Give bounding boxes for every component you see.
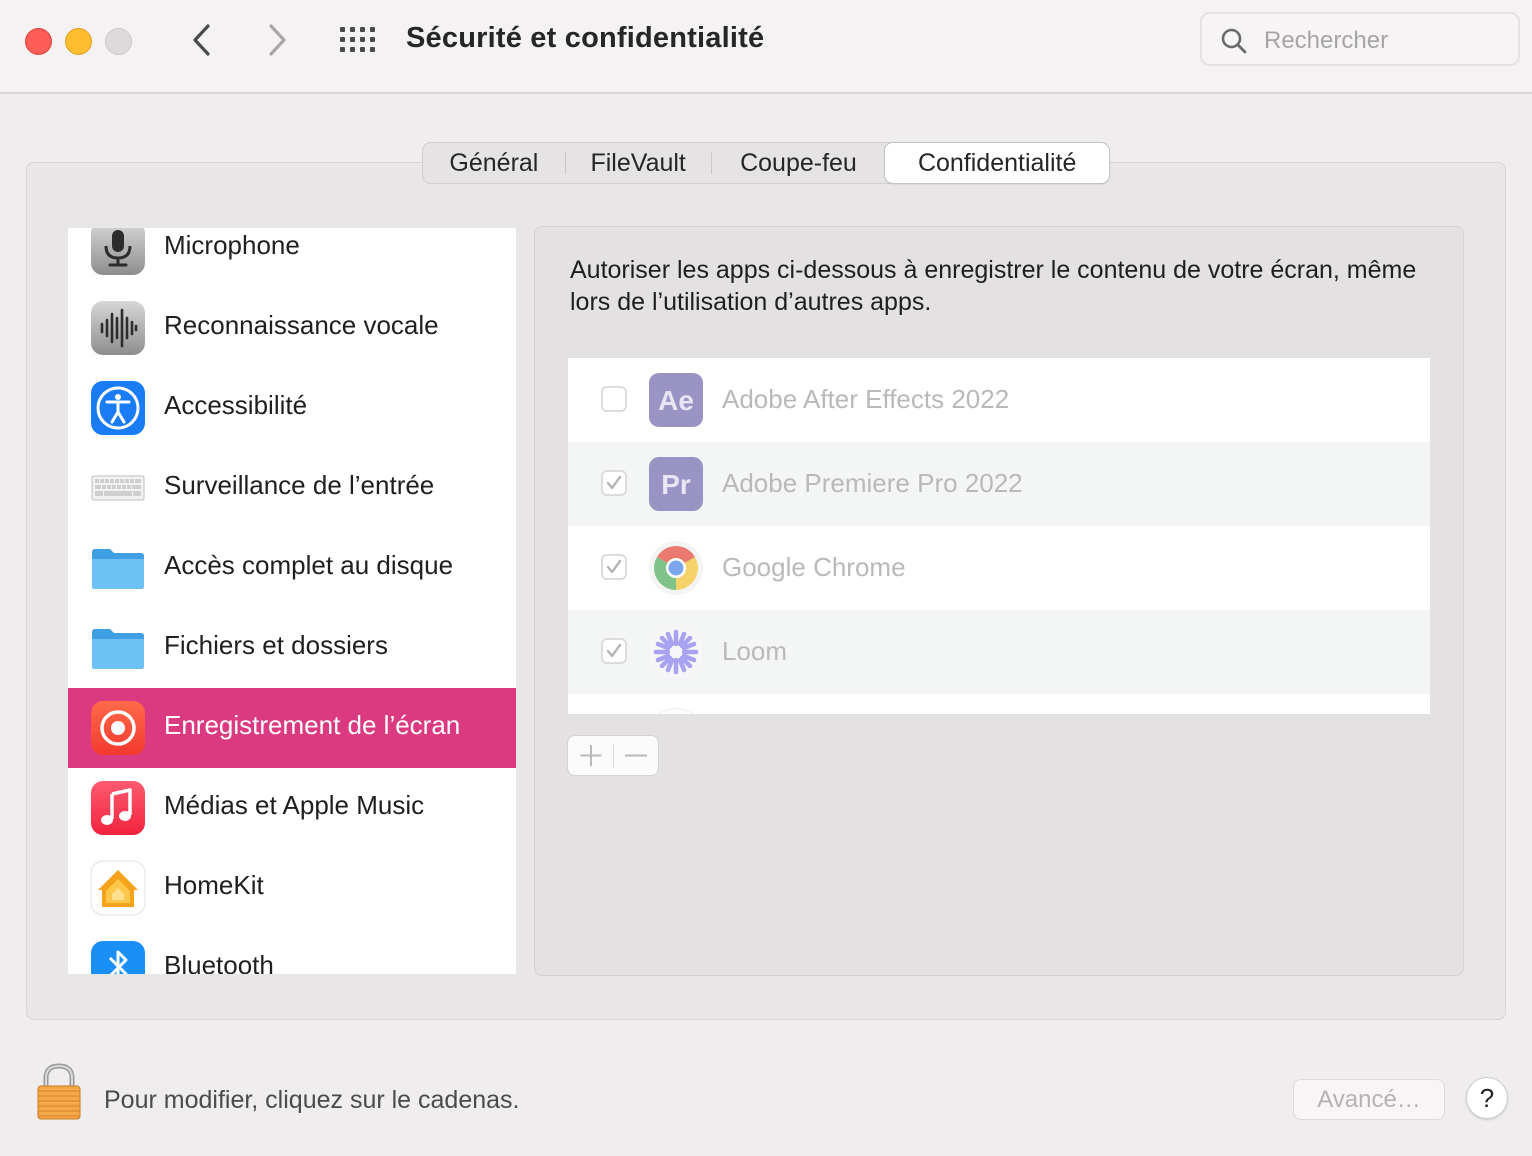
tab-privacy[interactable]: Confidentialité bbox=[885, 143, 1109, 183]
search-field[interactable] bbox=[1200, 12, 1520, 66]
app-row-google-chrome[interactable]: Google Chrome bbox=[568, 526, 1430, 610]
sidebar-item-microphone[interactable]: Microphone bbox=[68, 228, 516, 288]
add-remove-control bbox=[567, 735, 659, 776]
minimize-button[interactable] bbox=[65, 28, 92, 55]
app-row-premiere-pro[interactable]: Pr Adobe Premiere Pro 2022 bbox=[568, 442, 1430, 526]
chrome-icon bbox=[649, 541, 703, 595]
sidebar-item-accessibility[interactable]: Accessibilité bbox=[68, 368, 516, 448]
sidebar-item-label: Accessibilité bbox=[164, 390, 308, 420]
search-icon bbox=[1221, 28, 1247, 54]
app-checkbox[interactable] bbox=[601, 386, 627, 412]
lock-button[interactable] bbox=[34, 1062, 84, 1122]
sidebar-item-label: Enregistrement de l’écran bbox=[164, 710, 461, 740]
folder-icon bbox=[92, 629, 144, 669]
help-button[interactable]: ? bbox=[1466, 1077, 1508, 1119]
app-row-loom[interactable]: Loom bbox=[568, 610, 1430, 694]
accessibility-icon bbox=[91, 381, 145, 435]
app-list[interactable]: Ae Adobe After Effects 2022 Pr Adobe Pre… bbox=[568, 358, 1430, 714]
chevron-right-icon bbox=[269, 24, 286, 56]
permission-description: Autoriser les apps ci-dessous à enregist… bbox=[570, 256, 1417, 316]
app-icon bbox=[648, 708, 704, 714]
premiere-pro-icon: Pr bbox=[649, 457, 703, 511]
app-name: Adobe Premiere Pro 2022 bbox=[722, 468, 1023, 498]
sidebar-item-screen-recording[interactable]: Enregistrement de l’écran bbox=[68, 688, 516, 768]
lock-hint: Pour modifier, cliquez sur le cadenas. bbox=[104, 1086, 520, 1114]
sidebar-item-speech-recognition[interactable]: Reconnaissance vocale bbox=[68, 288, 516, 368]
music-icon bbox=[91, 781, 145, 835]
minus-icon bbox=[625, 754, 647, 757]
sidebar-item-files-and-folders[interactable]: Fichiers et dossiers bbox=[68, 608, 516, 688]
sidebar-item-label: Microphone bbox=[164, 230, 300, 260]
tab-firewall[interactable]: Coupe-feu bbox=[712, 143, 886, 183]
sidebar-item-media-apple-music[interactable]: Médias et Apple Music bbox=[68, 768, 516, 848]
show-all-button[interactable] bbox=[338, 24, 378, 56]
advanced-button[interactable]: Avancé… bbox=[1293, 1079, 1445, 1120]
zoom-button[interactable] bbox=[105, 28, 132, 55]
svg-text:Pr: Pr bbox=[661, 469, 691, 500]
app-name: Google Chrome bbox=[722, 552, 906, 582]
tab-filevault[interactable]: FileVault bbox=[566, 143, 711, 183]
sidebar-item-label: HomeKit bbox=[164, 870, 264, 900]
plus-icon bbox=[580, 745, 602, 766]
tab-bar: Général FileVault Coupe-feu Confidential… bbox=[422, 142, 1110, 184]
sidebar-item-label: Médias et Apple Music bbox=[164, 790, 425, 820]
app-name: Loom bbox=[722, 636, 788, 666]
loom-icon bbox=[649, 625, 703, 679]
sidebar-item-label: Bluetooth bbox=[164, 950, 274, 974]
screen-record-icon bbox=[91, 701, 145, 755]
toolbar: Sécurité et confidentialité bbox=[0, 0, 1532, 94]
forward-button[interactable] bbox=[260, 22, 294, 58]
sidebar-item-label: Surveillance de l’entrée bbox=[164, 470, 435, 500]
grid-icon bbox=[340, 27, 375, 52]
svg-text:Ae: Ae bbox=[658, 385, 694, 416]
close-button[interactable] bbox=[25, 28, 52, 55]
bluetooth-icon bbox=[91, 941, 145, 974]
add-app-button[interactable] bbox=[568, 736, 613, 775]
checkmark-icon bbox=[606, 643, 622, 658]
back-button[interactable] bbox=[186, 22, 220, 58]
sidebar-item-homekit[interactable]: HomeKit bbox=[68, 848, 516, 928]
sidebar-item-label: Accès complet au disque bbox=[164, 550, 454, 580]
app-name: Adobe After Effects 2022 bbox=[722, 384, 1010, 414]
chevron-left-icon bbox=[193, 24, 210, 56]
privacy-category-list[interactable]: Microphone Reconnaissance vocale Accessi… bbox=[68, 228, 516, 974]
sidebar-item-label: Fichiers et dossiers bbox=[164, 630, 388, 660]
app-checkbox[interactable] bbox=[601, 554, 627, 580]
app-row-after-effects[interactable]: Ae Adobe After Effects 2022 bbox=[568, 358, 1430, 442]
sidebar-item-full-disk-access[interactable]: Accès complet au disque bbox=[68, 528, 516, 608]
checkmark-icon bbox=[606, 475, 622, 490]
keyboard-icon bbox=[91, 475, 145, 501]
window-title: Sécurité et confidentialité bbox=[406, 22, 765, 54]
sidebar-item-input-monitoring[interactable]: Surveillance de l’entrée bbox=[68, 448, 516, 528]
after-effects-icon: Ae bbox=[649, 373, 703, 427]
sidebar-item-bluetooth[interactable]: Bluetooth bbox=[68, 928, 516, 974]
home-icon bbox=[90, 860, 146, 916]
app-checkbox[interactable] bbox=[601, 638, 627, 664]
tab-general[interactable]: Général bbox=[423, 143, 565, 183]
folder-icon bbox=[92, 549, 144, 589]
app-row[interactable] bbox=[568, 694, 1430, 714]
app-checkbox[interactable] bbox=[601, 470, 627, 496]
waveform-icon bbox=[91, 301, 145, 355]
sidebar-item-label: Reconnaissance vocale bbox=[164, 310, 439, 340]
checkmark-icon bbox=[606, 559, 622, 574]
remove-app-button[interactable] bbox=[614, 736, 659, 775]
search-input[interactable] bbox=[1262, 24, 1516, 58]
lock-icon bbox=[37, 1063, 81, 1120]
microphone-icon bbox=[91, 228, 145, 275]
